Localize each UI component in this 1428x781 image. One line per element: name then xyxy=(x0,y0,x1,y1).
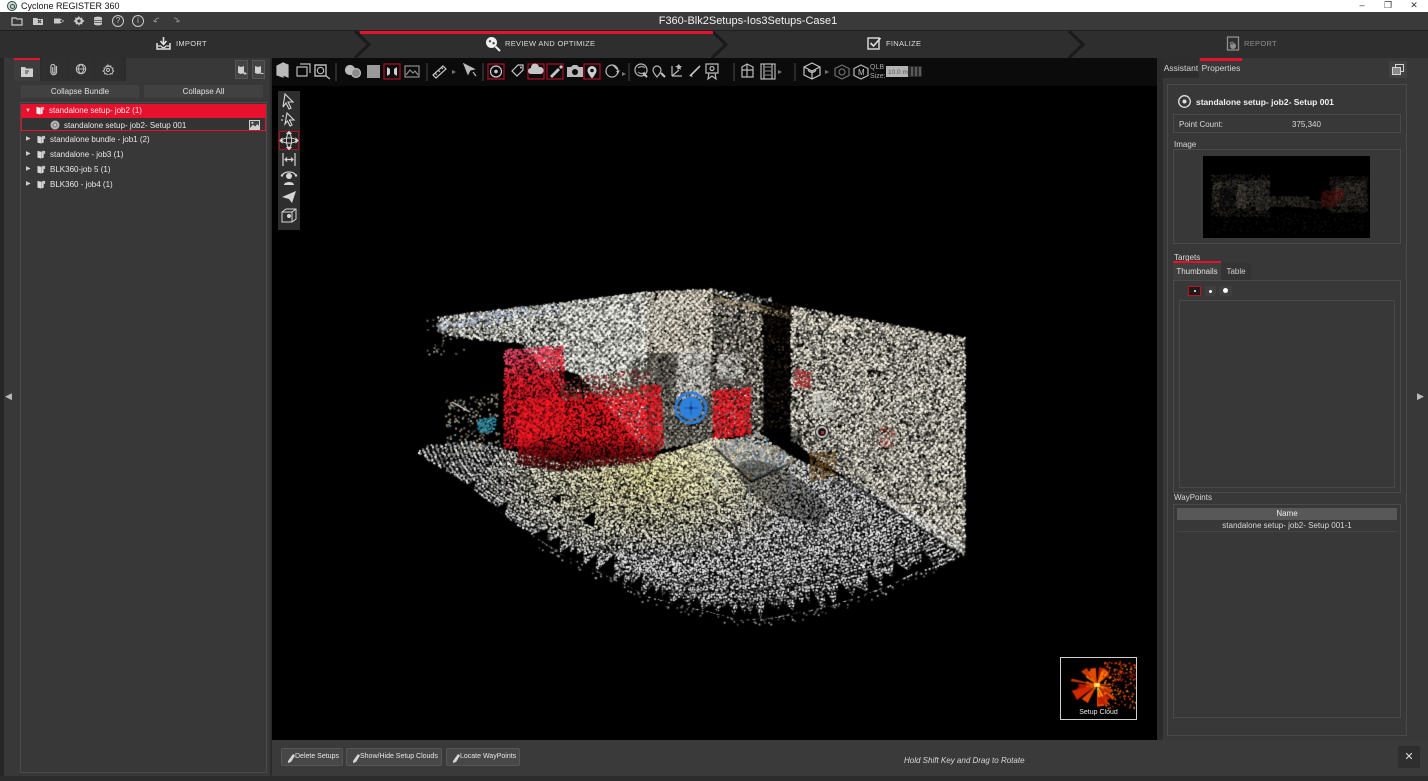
svg-text:Size:: Size: xyxy=(870,73,886,80)
svg-text:QLB: QLB xyxy=(870,64,884,71)
svg-text:M: M xyxy=(858,68,865,77)
svg-text:10.0 m: 10.0 m xyxy=(888,69,908,76)
